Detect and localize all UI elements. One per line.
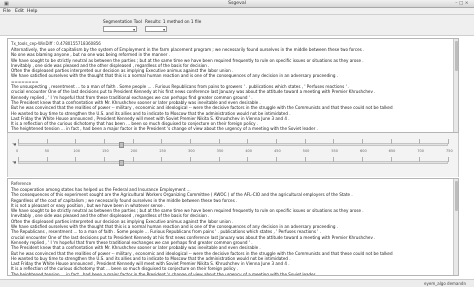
menu-help[interactable]: Help	[27, 9, 37, 14]
timeline-tick	[419, 139, 421, 144]
segment-timeline[interactable]: ☚ ☚ 0 50 100 150 200 250 300 350 400 450 500 550 600…	[7, 133, 459, 177]
timeline-tick	[333, 157, 335, 162]
menu-edit[interactable]: Edit	[15, 9, 24, 14]
segmentation-tool-label: Segmentation Tool	[103, 19, 142, 24]
status-text: eyem_algo demandn	[424, 281, 466, 286]
chevron-down-icon: ▾	[133, 27, 135, 32]
timeline-tick	[333, 139, 335, 144]
timeline-tick-label: 50	[44, 149, 50, 153]
timeline-tick	[46, 139, 48, 144]
text-line: But he was convinced that the realities …	[11, 105, 393, 111]
timeline-tick-label: 200	[130, 149, 138, 153]
timeline-tick-label: 600	[360, 149, 367, 153]
timeline-tick-label: 300	[188, 149, 195, 153]
timeline-tick	[161, 157, 163, 162]
scroll-thumb[interactable]	[455, 41, 458, 71]
timeline-tick-label: 150	[102, 149, 109, 153]
hand-icon: ☚	[12, 160, 17, 166]
timeline-tick	[362, 157, 363, 162]
status-bar: eyem_algo demandn	[0, 279, 474, 287]
timeline-tick	[132, 157, 134, 162]
reference-text[interactable]: The cooperation among states has helped …	[11, 187, 455, 276]
close-icon[interactable]: ×	[465, 1, 470, 6]
timeline-tick	[218, 157, 220, 162]
timeline-tick-label: 500	[302, 149, 310, 153]
toolbar: Segmentation Tool ▾ Results: 1 method on…	[0, 15, 474, 36]
timeline-tick	[104, 139, 105, 144]
timeline-tick-label: 550	[331, 149, 339, 153]
scroll-thumb[interactable]	[455, 181, 458, 211]
reference-scrollbar[interactable]	[453, 179, 458, 275]
timeline-tick-label: 650	[388, 149, 396, 153]
hypothesis-scrollbar[interactable]	[453, 39, 458, 132]
timeline-tick	[132, 139, 134, 144]
title-bar: ▣ Ssgeval –□×	[0, 0, 474, 8]
timeline-tick	[362, 139, 363, 144]
results-select[interactable]: ▾	[145, 26, 167, 32]
timeline-tick-label: 450	[274, 149, 281, 153]
menu-bar: File Edit Help	[0, 8, 474, 15]
timeline-tick	[75, 157, 77, 162]
timeline-tick	[304, 157, 306, 162]
timeline-tick	[247, 157, 249, 162]
segmentation-tool-select[interactable]: ▾	[103, 26, 137, 32]
timeline-tick	[419, 157, 421, 162]
hypothesis-pane[interactable]: Tx_tools_cep-WinDiff : 0.478015571836085…	[7, 38, 459, 133]
timeline-tick-label: 700	[417, 149, 425, 153]
timeline-tick-label: 750	[446, 149, 453, 153]
timeline-tick	[190, 157, 191, 162]
timeline-tick	[190, 139, 191, 144]
timeline-tick	[304, 139, 306, 144]
timeline-tick	[247, 139, 249, 144]
reference-pane[interactable]: Reference The cooperation among states h…	[7, 178, 459, 276]
timeline-tick-label: 0	[16, 149, 19, 153]
timeline-tick-label: 250	[159, 149, 167, 153]
timeline-tick	[104, 157, 105, 162]
timeline-tick	[18, 139, 19, 144]
results-label: Results: 1 method on 1 file	[145, 19, 202, 24]
timeline-tick	[75, 139, 77, 144]
hand-icon: ☚	[12, 142, 17, 148]
timeline-tick	[18, 157, 19, 162]
timeline-tick	[448, 139, 449, 144]
timeline-tick-label: 400	[245, 149, 253, 153]
timeline-tick	[218, 139, 220, 144]
timeline-tick-label: 350	[216, 149, 224, 153]
hypothesis-header: Tx_tools_cep-WinDiff : 0.478015571836085…	[11, 41, 101, 46]
timeline-slider-knob[interactable]	[119, 142, 124, 148]
timeline-tick	[390, 157, 392, 162]
timeline-track-reference[interactable]	[18, 160, 448, 166]
timeline-tick	[276, 157, 277, 162]
timeline-tick	[46, 157, 48, 162]
menu-file[interactable]: File	[3, 9, 11, 14]
timeline-slider-knob[interactable]	[119, 160, 124, 166]
timeline-tick	[390, 139, 392, 144]
timeline-tick	[161, 139, 163, 144]
timeline-tick	[448, 157, 449, 162]
window-controls[interactable]: –□×	[455, 1, 470, 6]
text-line: The heightened tension ... in fact , had…	[11, 271, 318, 276]
timeline-track-hypothesis[interactable]	[18, 142, 448, 148]
reference-header: Reference	[11, 181, 32, 186]
hypothesis-text[interactable]: Alternatively, the use of capitalism by …	[11, 47, 455, 132]
window-title: Ssgeval	[228, 1, 246, 6]
timeline-tick-label: 100	[73, 149, 81, 153]
chevron-down-icon: ▾	[163, 27, 165, 32]
timeline-tick	[276, 139, 277, 144]
